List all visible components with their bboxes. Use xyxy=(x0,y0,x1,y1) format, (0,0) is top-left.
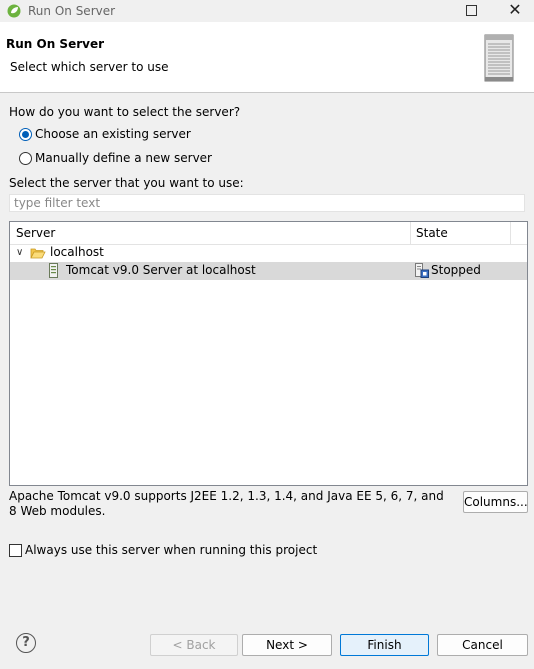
server-icon xyxy=(49,263,58,278)
radio-new-server-label[interactable]: Manually define a new server xyxy=(35,151,212,165)
always-use-label[interactable]: Always use this server when running this… xyxy=(25,543,317,557)
wizard-content: How do you want to select the server? Ch… xyxy=(0,93,534,613)
window-title: Run On Server xyxy=(28,4,116,18)
tree-row-server[interactable]: Tomcat v9.0 Server at localhost Stopped xyxy=(10,262,527,280)
spring-leaf-icon xyxy=(7,4,21,18)
server-stopped-icon xyxy=(415,263,429,278)
radio-existing-server-label[interactable]: Choose an existing server xyxy=(35,127,191,141)
column-header-state[interactable]: State xyxy=(416,226,448,240)
chevron-down-icon[interactable]: ∨ xyxy=(16,247,23,258)
server-tower-icon xyxy=(484,34,514,82)
server-description: Apache Tomcat v9.0 supports J2EE 1.2, 1.… xyxy=(9,489,444,518)
table-header: Server State xyxy=(10,222,527,245)
wizard-header: Run On Server Select which server to use xyxy=(0,22,534,93)
close-button[interactable]: ✕ xyxy=(508,2,522,18)
cancel-button[interactable]: Cancel xyxy=(437,634,528,656)
column-divider[interactable] xyxy=(410,222,411,244)
server-table[interactable]: Server State ∨ localhost Tomcat v9.0 Ser… xyxy=(9,221,528,486)
tree-row-localhost[interactable]: ∨ localhost xyxy=(10,244,527,262)
wizard-title: Run On Server xyxy=(6,37,105,51)
server-name: Tomcat v9.0 Server at localhost xyxy=(66,263,256,277)
server-state: Stopped xyxy=(431,263,481,277)
column-divider[interactable] xyxy=(510,222,511,244)
column-header-server[interactable]: Server xyxy=(16,226,55,240)
title-bar: Run On Server ✕ xyxy=(0,0,534,22)
host-name: localhost xyxy=(50,245,104,259)
help-icon[interactable]: ? xyxy=(16,633,36,653)
radio-existing-server[interactable] xyxy=(19,128,32,141)
wizard-subtitle: Select which server to use xyxy=(10,60,169,74)
back-button[interactable]: < Back xyxy=(150,634,238,656)
always-use-checkbox[interactable] xyxy=(9,544,22,557)
radio-new-server[interactable] xyxy=(19,152,32,165)
next-button[interactable]: Next > xyxy=(242,634,332,656)
columns-button[interactable]: Columns... xyxy=(463,491,528,513)
folder-open-icon xyxy=(30,248,46,259)
maximize-button[interactable] xyxy=(466,5,477,16)
server-list-label: Select the server that you want to use: xyxy=(9,176,244,190)
selection-question: How do you want to select the server? xyxy=(9,105,241,119)
finish-button[interactable]: Finish xyxy=(340,634,429,656)
filter-input[interactable] xyxy=(9,194,525,212)
